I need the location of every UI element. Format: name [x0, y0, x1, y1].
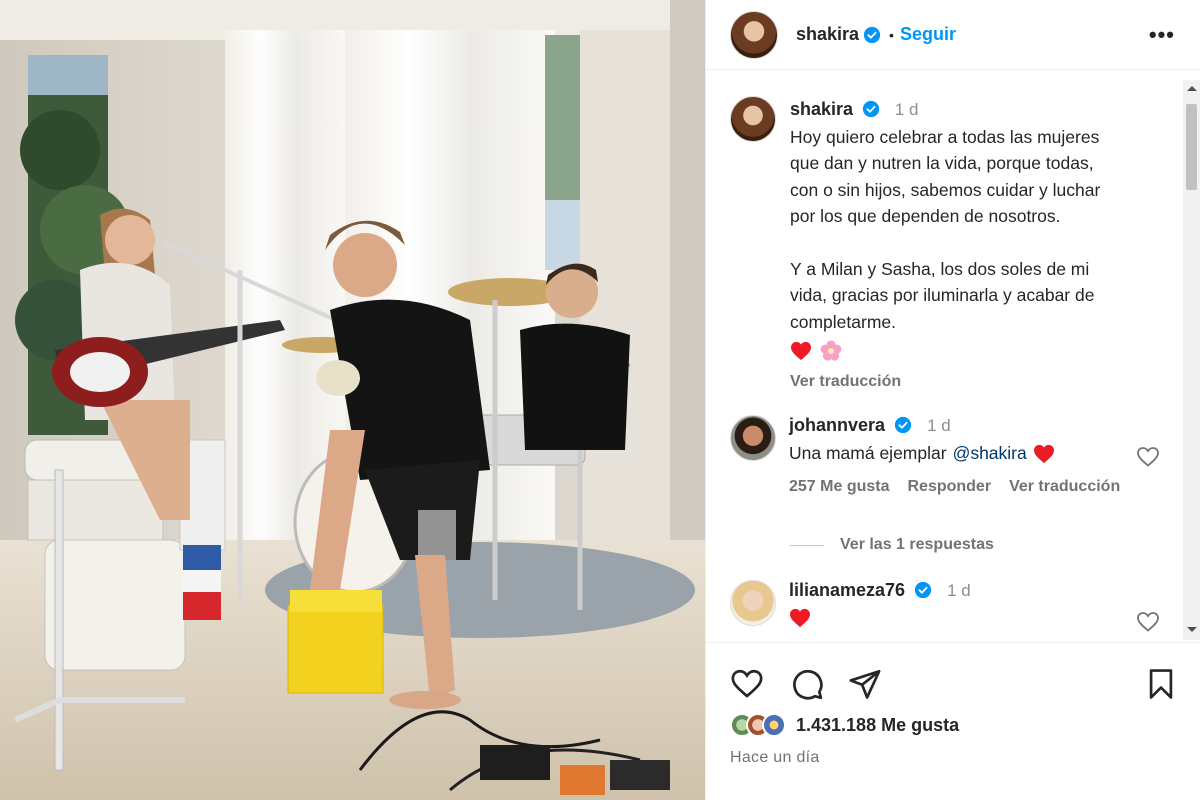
- caption-paragraph-1: Hoy quiero celebrar a todas las mujeres …: [790, 126, 1101, 227]
- comments-scrollbar[interactable]: [1183, 80, 1200, 640]
- comment-item: johannvera 1 d Una mamá ejemplar @shakir…: [730, 415, 1160, 496]
- likes-count[interactable]: 1.431.188 Me gusta: [796, 715, 959, 736]
- commenter-username[interactable]: johannvera: [789, 415, 885, 435]
- verified-badge-icon: [862, 100, 880, 118]
- red-heart-icon: [791, 341, 811, 361]
- caption-translate-link[interactable]: Ver traducción: [790, 369, 1100, 396]
- caption-avatar[interactable]: [730, 96, 776, 142]
- author-avatar[interactable]: [730, 10, 778, 59]
- commenter-username[interactable]: lilianameza76: [789, 580, 905, 600]
- comment-body: lilianameza76 1 d: [789, 580, 1160, 628]
- replies-divider: [790, 544, 824, 546]
- caption-paragraph-2: Y a Milan y Sasha, los dos soles de mi v…: [790, 258, 1095, 332]
- comment-likes[interactable]: 257 Me gusta: [789, 478, 889, 496]
- post-photo[interactable]: [0, 0, 705, 800]
- post-image: [0, 0, 705, 800]
- comment-like-heart-icon[interactable]: [1136, 610, 1160, 634]
- save-bookmark-icon[interactable]: [1144, 667, 1178, 701]
- comment-time[interactable]: 1 d: [927, 416, 951, 435]
- comment-like-heart-icon[interactable]: [1136, 445, 1160, 469]
- commenter-avatar[interactable]: [730, 580, 776, 626]
- header-separator: •: [889, 26, 894, 43]
- scrollbar-thumb[interactable]: [1186, 104, 1197, 190]
- caption-body: shakira 1 d Hoy quiero celebrar a todas …: [790, 96, 1100, 396]
- comment-body: johannvera 1 d Una mamá ejemplar @shakir…: [789, 415, 1160, 496]
- view-replies-button[interactable]: Ver las 1 respuestas: [790, 536, 994, 554]
- scroll-down-icon[interactable]: [1187, 627, 1197, 632]
- verified-badge-icon: [894, 416, 912, 434]
- pink-flower-icon: [820, 340, 842, 361]
- comment-time[interactable]: 1 d: [947, 581, 971, 600]
- verified-badge-icon: [914, 581, 932, 599]
- follow-button[interactable]: Seguir: [900, 24, 956, 45]
- post-caption: shakira 1 d Hoy quiero celebrar a todas …: [730, 96, 1170, 396]
- comment-item: lilianameza76 1 d: [730, 580, 1160, 632]
- comment-icon[interactable]: [790, 667, 824, 701]
- likes-summary[interactable]: 1.431.188 Me gusta: [730, 713, 959, 737]
- caption-time[interactable]: 1 d: [895, 100, 919, 119]
- comment-text: Una mamá ejemplar: [789, 443, 947, 463]
- post-panel: shakira • Seguir ••• shakira 1 d Hoy qui…: [705, 0, 1200, 800]
- verified-badge-icon: [863, 26, 881, 43]
- more-options-icon[interactable]: •••: [1149, 22, 1175, 48]
- comment-reply-button[interactable]: Responder: [907, 478, 991, 496]
- scroll-up-icon[interactable]: [1187, 86, 1197, 91]
- post-timestamp: Hace un día: [730, 749, 820, 766]
- post-header: shakira • Seguir •••: [706, 0, 1200, 70]
- comments-section: shakira 1 d Hoy quiero celebrar a todas …: [706, 70, 1186, 642]
- caption-emojis: [790, 339, 1100, 363]
- liker-avatar: [762, 713, 786, 737]
- post-actions: 1.431.188 Me gusta Hace un día: [706, 642, 1200, 800]
- comment-translate-link[interactable]: Ver traducción: [1009, 478, 1120, 496]
- red-heart-icon: [790, 608, 810, 628]
- commenter-avatar[interactable]: [730, 415, 776, 461]
- comment-mention-link[interactable]: @shakira: [953, 443, 1027, 464]
- author-username[interactable]: shakira: [796, 24, 859, 45]
- red-heart-icon: [1033, 444, 1054, 463]
- view-replies-label[interactable]: Ver las 1 respuestas: [840, 536, 994, 554]
- like-heart-icon[interactable]: [730, 667, 764, 701]
- caption-username[interactable]: shakira: [790, 99, 853, 119]
- share-icon[interactable]: [848, 667, 882, 701]
